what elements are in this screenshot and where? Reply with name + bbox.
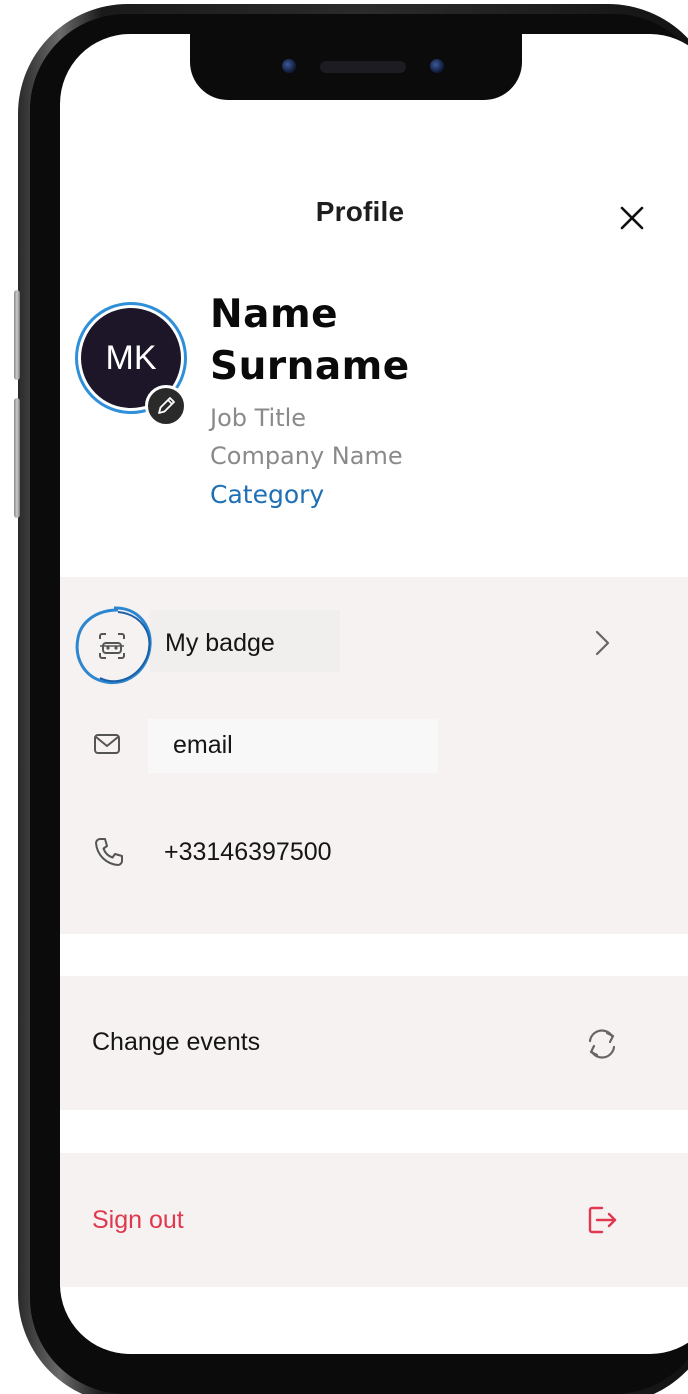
volume-up-button <box>14 290 20 380</box>
phone-icon <box>95 838 123 866</box>
camera-icon <box>282 59 296 73</box>
speaker-grille <box>320 61 406 73</box>
change-events-label: Change events <box>92 1028 261 1056</box>
phone-value[interactable]: +33146397500 <box>164 838 332 867</box>
my-badge-label: My badge <box>165 629 275 657</box>
profile-last-name: Surname <box>210 344 410 389</box>
close-button[interactable] <box>612 198 652 238</box>
pencil-icon <box>158 397 175 414</box>
envelope-icon <box>94 734 120 754</box>
phone-mockup: Profile MK Name Surname Job Title Compan… <box>0 0 688 1394</box>
edit-avatar-button[interactable] <box>145 385 187 427</box>
sign-out-label: Sign out <box>92 1206 184 1234</box>
page-title: Profile <box>315 196 405 227</box>
sign-out-icon[interactable] <box>582 1200 622 1240</box>
email-value: email <box>173 731 233 759</box>
badge-icon <box>99 633 125 659</box>
close-icon <box>620 206 644 230</box>
profile-company: Company Name <box>210 442 403 470</box>
volume-down-button <box>14 398 20 518</box>
sensor-icon <box>430 59 444 73</box>
profile-job-title: Job Title <box>210 404 307 432</box>
profile-first-name: Name <box>210 292 339 337</box>
refresh-icon[interactable] <box>582 1024 622 1064</box>
notch <box>190 34 522 100</box>
chevron-right-icon[interactable] <box>588 626 616 660</box>
profile-category[interactable]: Category <box>210 480 324 509</box>
